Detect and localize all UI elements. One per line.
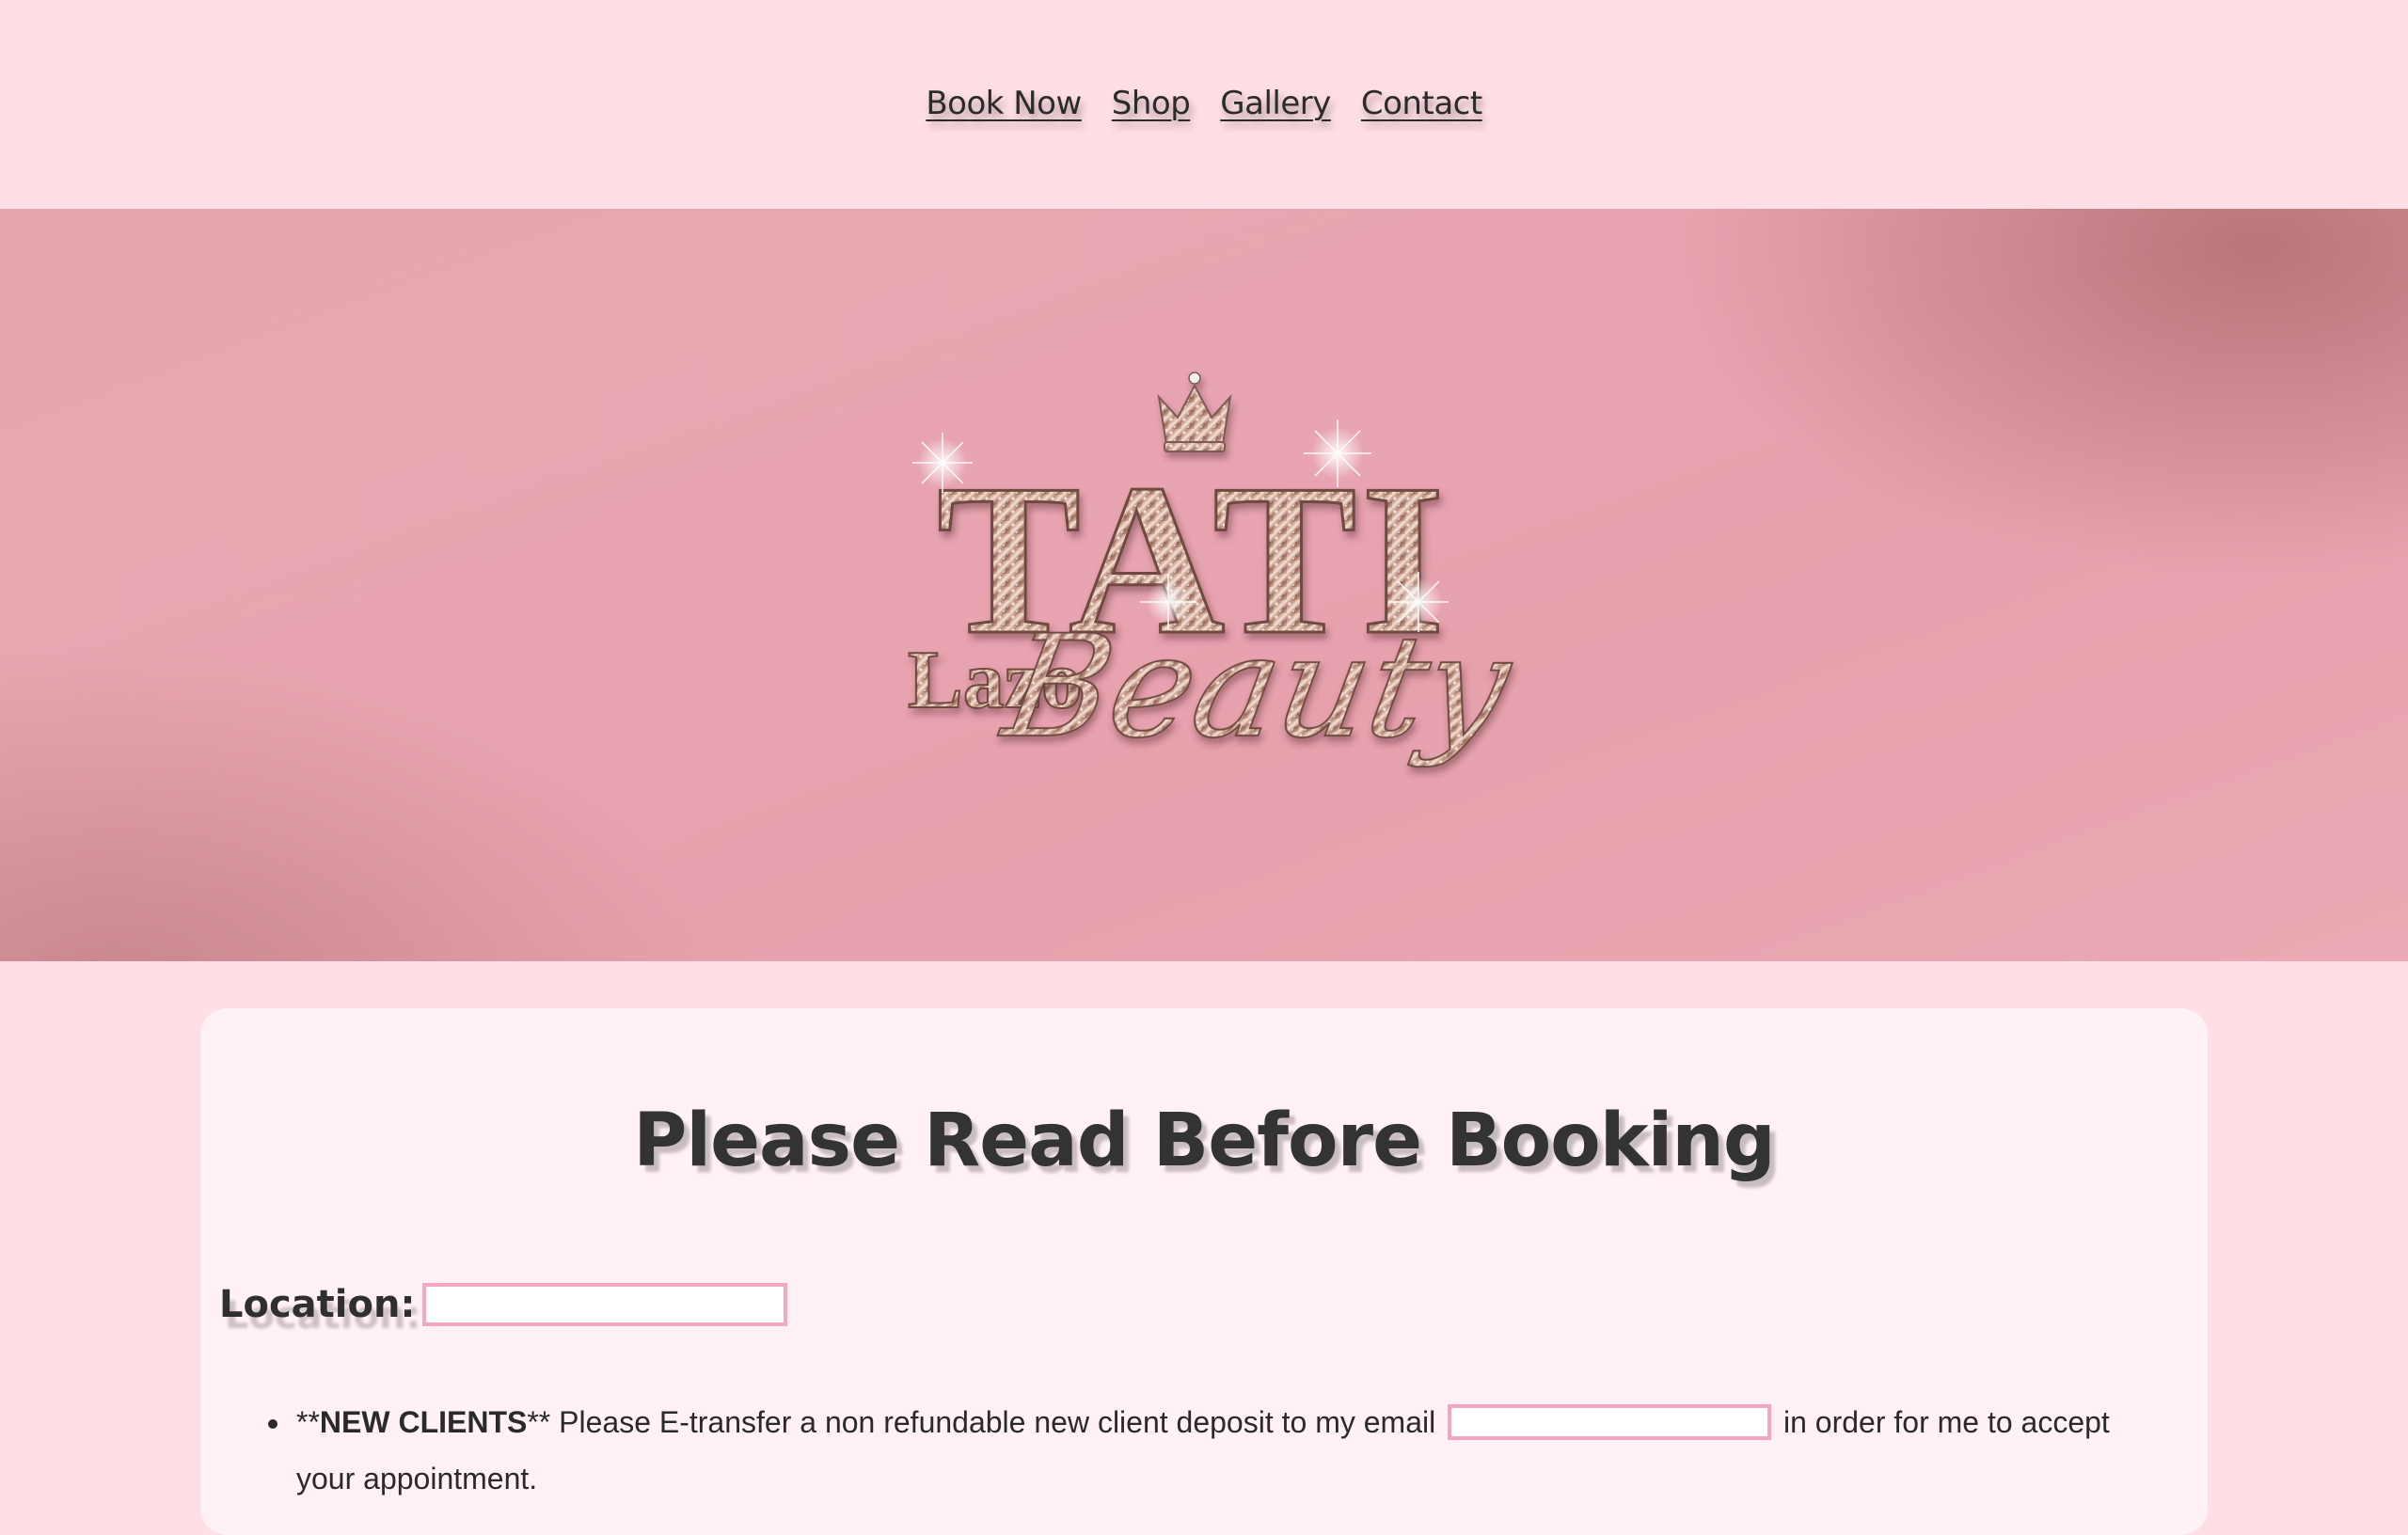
nav-link-shop[interactable]: Shop: [1112, 85, 1191, 122]
top-navigation: Book Now Shop Gallery Contact: [0, 0, 2408, 209]
booking-info-card: Please Read Before Booking Location: **N…: [200, 1008, 2208, 1535]
note-prefix: **: [296, 1405, 320, 1439]
brand-logo: TATI Lazo Beauty: [907, 372, 1524, 770]
booking-notes-list: **NEW CLIENTS** Please E-transfer a non …: [247, 1394, 2166, 1507]
nav-link-book-now[interactable]: Book Now: [926, 85, 1082, 122]
redacted-email: [1448, 1404, 1772, 1440]
page-title: Please Read Before Booking: [633, 1099, 1776, 1183]
location-row: Location:: [219, 1283, 788, 1326]
hero-banner: TATI Lazo Beauty: [0, 209, 2408, 961]
list-item: **NEW CLIENTS** Please E-transfer a non …: [293, 1394, 2166, 1507]
note-text: ** Please E-transfer a non refundable ne…: [527, 1405, 1436, 1439]
location-label: Location:: [219, 1283, 416, 1326]
note-bold-label: NEW CLIENTS: [319, 1405, 528, 1439]
nav-link-contact[interactable]: Contact: [1361, 85, 1482, 122]
redacted-location: [422, 1283, 788, 1326]
nav-link-gallery[interactable]: Gallery: [1220, 85, 1331, 122]
nav-links: Book Now Shop Gallery Contact: [926, 85, 1482, 122]
logo-subtitle-right: Beauty: [990, 605, 1522, 769]
